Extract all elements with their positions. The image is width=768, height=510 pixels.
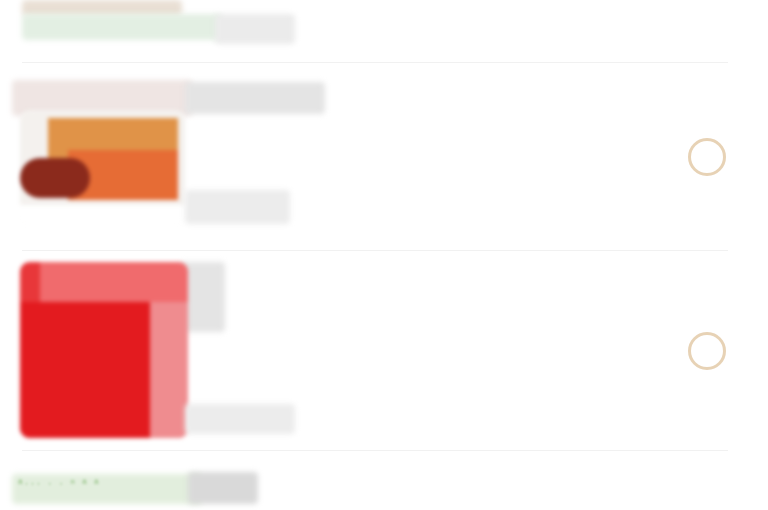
- select-radio-item-1[interactable]: [688, 138, 726, 176]
- divider: [22, 250, 728, 251]
- product-item-1[interactable]: [0, 70, 768, 250]
- divider: [22, 62, 728, 63]
- text-placeholder: [185, 190, 290, 224]
- text-placeholder: [215, 14, 295, 44]
- list-item-bottom-partial[interactable]: [0, 456, 768, 510]
- product-thumbnail[interactable]: [20, 262, 188, 438]
- text-placeholder: [185, 82, 325, 114]
- product-thumbnail[interactable]: [20, 110, 185, 225]
- text-placeholder: [185, 404, 295, 434]
- select-radio-item-2[interactable]: [688, 332, 726, 370]
- divider: [22, 450, 728, 451]
- cart-list-screen: ᵃ··· · · ⁿ ᵃ ᵃ: [0, 0, 768, 510]
- list-item-top-partial[interactable]: [0, 0, 768, 60]
- text-placeholder: [188, 472, 258, 504]
- footer-caption: ᵃ··· · · ⁿ ᵃ ᵃ: [18, 476, 101, 490]
- text-placeholder: [22, 14, 222, 40]
- product-item-2[interactable]: [0, 256, 768, 446]
